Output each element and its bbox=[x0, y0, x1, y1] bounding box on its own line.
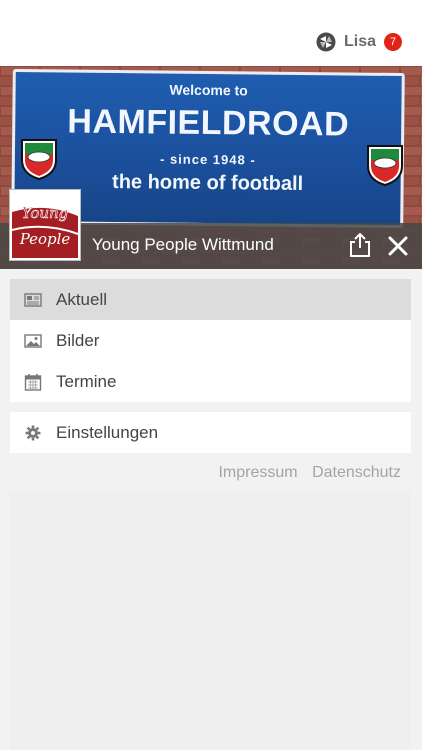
svg-text:Young: Young bbox=[22, 204, 69, 222]
app-logo-icon bbox=[316, 32, 336, 52]
gear-icon bbox=[25, 425, 41, 440]
datenschutz-link[interactable]: Datenschutz bbox=[312, 464, 401, 481]
calendar-icon bbox=[24, 373, 42, 391]
sign-welcome-text: Welcome to bbox=[169, 81, 248, 99]
menu-item-termine[interactable]: Termine bbox=[10, 361, 411, 402]
close-icon[interactable] bbox=[388, 236, 408, 256]
nav-menu: Aktuell Bilder Termine bbox=[10, 279, 411, 402]
sign-since-text: - since 1948 - bbox=[159, 151, 256, 168]
club-logo-image: Young People bbox=[12, 192, 78, 258]
sign-title: HAMFIELDROAD bbox=[67, 102, 350, 144]
club-logo: Young People bbox=[10, 190, 80, 260]
empty-content-area bbox=[10, 492, 411, 750]
svg-text:People: People bbox=[19, 230, 71, 248]
notification-badge[interactable]: 7 bbox=[384, 33, 402, 51]
menu-item-bilder[interactable]: Bilder bbox=[10, 320, 411, 361]
newspaper-icon bbox=[24, 292, 42, 307]
footer-links: Impressum Datenschutz bbox=[218, 464, 401, 482]
menu-item-label: Einstellungen bbox=[56, 422, 159, 442]
menu-item-aktuell[interactable]: Aktuell bbox=[10, 279, 411, 320]
crest-icon bbox=[21, 139, 57, 180]
menu-item-label: Termine bbox=[56, 371, 117, 391]
impressum-link[interactable]: Impressum bbox=[218, 464, 297, 481]
share-icon[interactable] bbox=[348, 232, 372, 258]
top-bar: Lisa 7 bbox=[0, 0, 422, 66]
menu-item-label: Aktuell bbox=[56, 289, 108, 309]
menu-item-label: Bilder bbox=[56, 330, 100, 350]
user-account[interactable]: Lisa 7 bbox=[316, 32, 402, 52]
crest-icon bbox=[367, 145, 403, 186]
settings-menu: Einstellungen bbox=[10, 412, 411, 453]
club-name: Young People Wittmund bbox=[92, 235, 274, 254]
user-name: Lisa bbox=[343, 33, 376, 50]
image-icon bbox=[24, 333, 42, 348]
menu-item-einstellungen[interactable]: Einstellungen bbox=[10, 412, 411, 453]
